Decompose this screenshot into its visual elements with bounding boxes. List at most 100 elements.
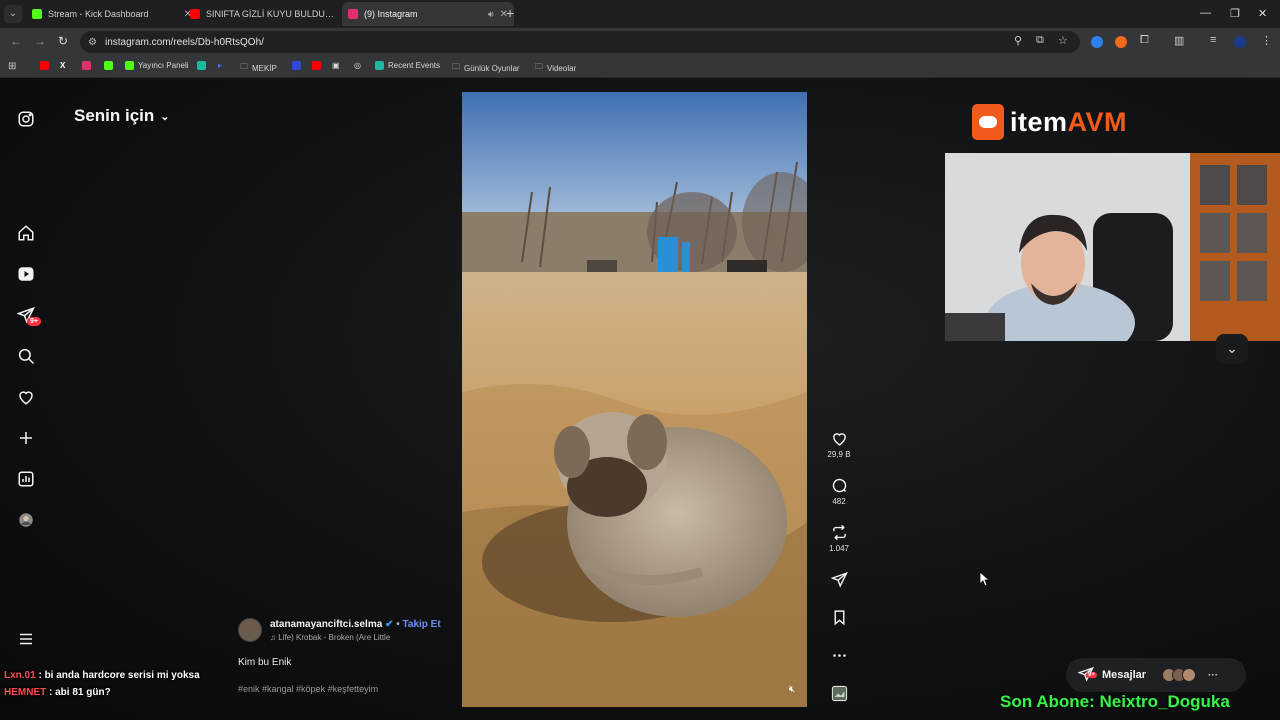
extension-icon[interactable] (1115, 36, 1127, 48)
follow-button[interactable]: Takip Et (403, 619, 441, 630)
save-button[interactable] (822, 609, 856, 626)
side-panel-icon[interactable]: ▥ (1174, 34, 1184, 47)
comment-button[interactable]: 482 (822, 477, 856, 506)
feed-selector[interactable]: Senin için ⌄ (74, 106, 170, 126)
mute-icon[interactable]: 🔇︎ (789, 684, 795, 695)
verified-badge-icon: ✔ (385, 619, 394, 630)
globe-icon: ◎ (354, 61, 361, 70)
bookmark-globe[interactable]: ◎ (354, 61, 361, 70)
minimize-button[interactable]: — (1200, 7, 1211, 19)
tab-search-button[interactable]: ⌄ (4, 5, 22, 23)
tab-kick-dashboard[interactable]: Stream - Kick Dashboard ✕ (26, 2, 198, 26)
new-tab-button[interactable]: + (506, 6, 514, 20)
instagram-logo-icon[interactable] (17, 110, 35, 128)
site-info-icon[interactable]: ⚙ (88, 37, 97, 48)
chevron-down-icon[interactable]: ⌄ (1216, 334, 1248, 364)
folder-icon: 🗀︎ (535, 62, 543, 71)
messages-button[interactable]: 9+ Mesajlar ··· (1066, 658, 1246, 692)
music-note-icon: ♫ (270, 633, 276, 642)
chat-nick: Lxn.01 (4, 670, 36, 681)
x-icon: X (60, 61, 66, 70)
apps-grid-icon[interactable]: ⊞ (8, 61, 16, 72)
dashboard-icon[interactable] (17, 470, 35, 488)
comment-icon (832, 478, 846, 493)
youtube-icon (40, 61, 49, 70)
chevron-down-icon: ⌄ (160, 110, 170, 123)
kick-icon (104, 61, 113, 70)
post-caption: Kim bu Enik (238, 657, 292, 668)
bookmark-label: Videolar (547, 63, 577, 73)
author-username[interactable]: atanamayanciftci.selma (270, 619, 382, 630)
bookmark-kick[interactable] (104, 61, 113, 70)
bookmark-star-icon[interactable]: ☆ (1058, 34, 1068, 47)
bookmark-folder-gunluk-oyunlar[interactable]: 🗀︎ Günlük Oyunlar (452, 61, 520, 75)
restore-button[interactable]: ❐ (1230, 7, 1240, 20)
reel-video[interactable]: 🔇︎ (462, 92, 807, 707)
media-control-icon[interactable]: ≡ (1210, 34, 1216, 46)
feed-title: Senin için (74, 106, 155, 125)
bookmark-folder-mekip[interactable]: 🗀︎ MEKİP (240, 61, 277, 75)
instagram-icon (82, 61, 91, 70)
more-menu-icon[interactable] (17, 630, 35, 648)
bookmark-recent-events[interactable]: Recent Events (375, 61, 440, 70)
tab-strip: ⌄ Stream - Kick Dashboard ✕ SINIFTA GİZL… (0, 0, 1280, 28)
tab-title: SINIFTA GİZLİ KUYU BULDUK! 🤔 (206, 8, 336, 19)
comment-count: 482 (832, 497, 846, 506)
bookmark-image[interactable]: ▣ (332, 61, 340, 70)
more-options-button[interactable] (822, 647, 856, 664)
bookmark-x[interactable]: X (60, 61, 65, 70)
share-button[interactable] (822, 571, 856, 588)
bookmark-play[interactable]: ▸ (218, 61, 222, 70)
bookmark-label: Günlük Oyunlar (464, 63, 520, 73)
tab-instagram[interactable]: (9) Instagram 🔊︎ ✕ (342, 2, 514, 26)
bookmark-yayinci-paneli[interactable]: Yayıncı Paneli (125, 61, 189, 70)
messages-label: Mesajlar (1102, 669, 1147, 681)
create-plus-icon[interactable] (17, 429, 35, 447)
audio-thumbnail[interactable] (822, 685, 856, 702)
speaker-icon[interactable]: 🔊︎ (488, 9, 494, 20)
search-icon[interactable] (17, 347, 35, 365)
music-line[interactable]: ♫ Life) Krobak - Broken (Are Little (270, 633, 390, 642)
reels-icon[interactable] (17, 265, 35, 283)
bookmark-app[interactable] (197, 61, 206, 70)
like-button[interactable]: 29,9 B (822, 430, 856, 459)
install-icon[interactable]: ⧉ (1036, 34, 1044, 47)
repost-icon (832, 524, 846, 541)
bookmark-label: Yayıncı Paneli (138, 61, 189, 70)
home-icon[interactable] (17, 224, 35, 242)
sponsor-logo: itemAVM (972, 104, 1127, 140)
bookmark-instagram[interactable] (82, 61, 91, 70)
tab-youtube-video[interactable]: SINIFTA GİZLİ KUYU BULDUK! 🤔 ✕ (184, 2, 356, 26)
back-button[interactable]: ← (10, 34, 22, 48)
bookmark-youtube[interactable] (40, 61, 49, 70)
address-bar[interactable]: ⚙ instagram.com/reels/Db-h0RtsQOh/ (80, 31, 1080, 53)
app-icon (197, 61, 206, 70)
play-icon: ▸ (218, 61, 223, 70)
bookmark-label: Recent Events (388, 61, 441, 70)
bookmark-folder-videolar[interactable]: 🗀︎ Videolar (535, 61, 576, 75)
zoom-icon[interactable]: ⚲ (1014, 34, 1022, 47)
forward-button[interactable]: → (34, 34, 46, 48)
bookmark-youtube[interactable] (312, 61, 321, 70)
chat-text: : abi 81 gün? (46, 687, 111, 698)
kebab-menu-icon[interactable]: ⋮ (1261, 34, 1272, 47)
messages-icon: 9+ (1077, 666, 1097, 685)
notification-badge: 9+ (27, 317, 41, 326)
profile-avatar[interactable] (17, 511, 35, 529)
audio-thumbnail-icon (831, 685, 847, 702)
extension-icon[interactable] (1091, 36, 1103, 48)
bookmark-app[interactable] (292, 61, 301, 70)
webcam-overlay (945, 153, 1280, 341)
post-hashtags[interactable]: #enik #kangal #köpek #keşfetteyim (238, 684, 378, 694)
reload-button[interactable]: ↻ (58, 34, 68, 48)
messages-badge: 9+ (1086, 671, 1097, 678)
extensions-puzzle-icon[interactable]: ⧠ (1140, 34, 1149, 47)
browser-toolbar: ← → ↻ ⚙ instagram.com/reels/Db-h0RtsQOh/… (0, 28, 1280, 56)
close-window-button[interactable]: ✕ (1258, 7, 1267, 20)
subscriber-ticker: Son Abone: Neixtro_Doguka (1000, 692, 1230, 711)
url-text: instagram.com/reels/Db-h0RtsQOh/ (104, 36, 264, 48)
repost-button[interactable]: 1.047 (822, 524, 856, 553)
profile-avatar[interactable] (1234, 36, 1246, 48)
author-avatar[interactable] (238, 618, 262, 642)
heart-icon[interactable] (17, 388, 35, 406)
